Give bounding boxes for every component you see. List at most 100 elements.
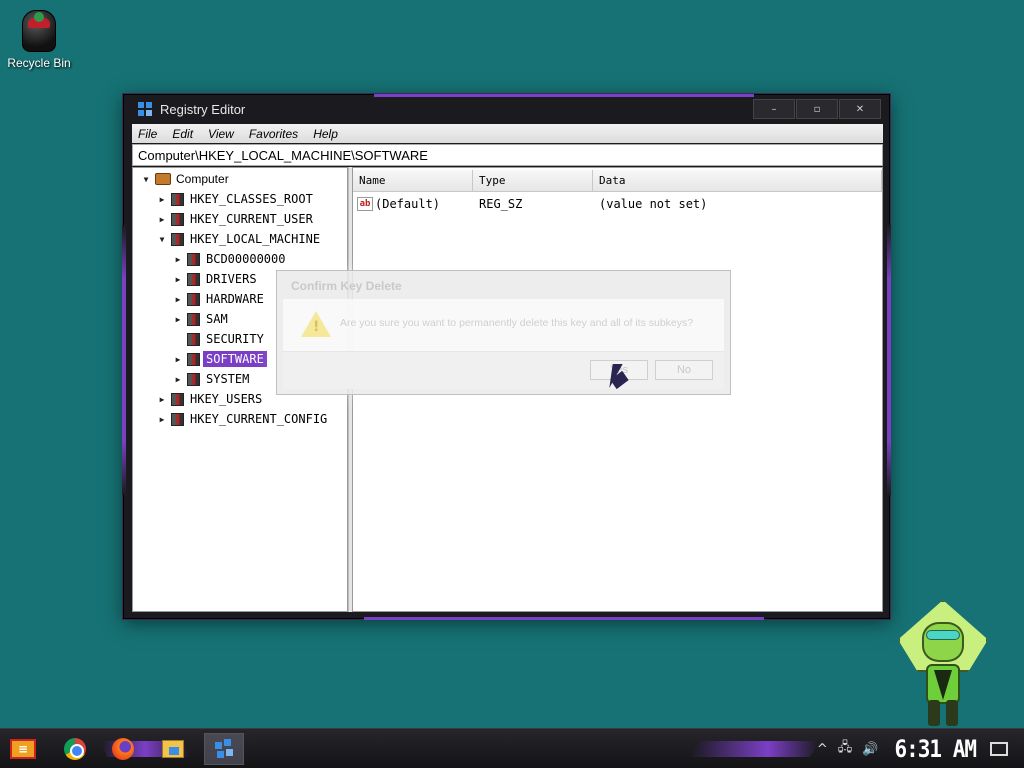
tree-node-label: SOFTWARE xyxy=(203,351,267,367)
tree-node-hkey-current-user[interactable]: ▶ HKEY_CURRENT_USER xyxy=(157,210,313,228)
desktop-icon-label: Recycle Bin xyxy=(7,56,71,70)
dialog-title: Confirm Key Delete xyxy=(291,279,402,293)
show-hidden-icons-button[interactable]: ^ xyxy=(817,742,828,757)
folder-icon xyxy=(187,352,200,366)
folder-icon xyxy=(187,252,200,266)
tree-node-label: BCD00000000 xyxy=(206,252,286,266)
list-header: Name Type Data xyxy=(353,170,882,192)
tree-node-hkey-local-machine[interactable]: ▼ HKEY_LOCAL_MACHINE xyxy=(157,230,320,248)
menu-bar: File Edit View Favorites Help xyxy=(132,124,883,143)
column-header-data[interactable]: Data xyxy=(593,170,882,192)
tree-node-hkey-users[interactable]: ▶ HKEY_USERS xyxy=(157,390,263,408)
expand-arrow-icon[interactable]: ▶ xyxy=(173,315,183,324)
tree-node-label: Computer xyxy=(176,172,229,186)
tree-node-label: DRIVERS xyxy=(206,272,257,286)
folder-icon xyxy=(187,312,200,326)
confirm-key-delete-dialog: Confirm Key Delete ! Are you sure you wa… xyxy=(276,270,731,395)
expand-arrow-icon[interactable]: ▶ xyxy=(173,375,183,384)
tree-node-label: SAM xyxy=(206,312,228,326)
folder-icon xyxy=(171,232,184,246)
clock[interactable]: 6:31 AM xyxy=(894,735,977,763)
network-icon[interactable]: 🖧 xyxy=(838,738,853,760)
title-bar[interactable]: Registry Editor – ▫ ✕ xyxy=(124,95,889,123)
expand-arrow-icon[interactable]: ▶ xyxy=(157,395,167,404)
tree-node-drivers[interactable]: ▶ DRIVERS xyxy=(173,270,257,288)
tree-node-label: HKEY_LOCAL_MACHINE xyxy=(190,232,321,246)
expand-arrow-icon[interactable]: ▶ xyxy=(173,255,183,264)
mouse-pointer-icon xyxy=(609,364,623,388)
folder-icon xyxy=(187,272,200,286)
recycle-bin-icon xyxy=(20,6,58,54)
expand-arrow-icon[interactable]: ▶ xyxy=(173,355,183,364)
folder-icon xyxy=(187,372,200,386)
tree-node-hardware[interactable]: ▶ HARDWARE xyxy=(173,290,264,308)
notifications-icon[interactable] xyxy=(990,742,1008,756)
tree-node-bcd00000000[interactable]: ▶ BCD00000000 xyxy=(173,250,286,268)
folder-icon xyxy=(187,292,200,306)
registry-editor-icon xyxy=(138,102,152,116)
tree-node-label: SYSTEM xyxy=(206,372,250,386)
folder-icon xyxy=(171,412,184,426)
start-button[interactable]: ≡ xyxy=(6,733,40,765)
taskbar-file-explorer[interactable] xyxy=(156,733,190,765)
value-type: REG_SZ xyxy=(479,197,523,211)
folder-icon xyxy=(171,192,184,206)
taskbar-firefox[interactable] xyxy=(106,733,140,765)
tree-node-software[interactable]: ▶ SOFTWARE xyxy=(173,350,267,368)
dialog-message: Are you sure you want to permanently del… xyxy=(340,317,694,329)
address-bar[interactable]: Computer\HKEY_LOCAL_MACHINE\SOFTWARE xyxy=(132,144,883,166)
column-header-type[interactable]: Type xyxy=(473,170,593,192)
file-explorer-icon xyxy=(162,740,184,758)
expand-arrow-icon[interactable]: ▶ xyxy=(157,415,167,424)
folder-icon xyxy=(171,392,184,406)
tree-node-label: HKEY_USERS xyxy=(190,392,263,406)
folder-icon xyxy=(171,212,184,226)
peridot-character-image xyxy=(898,600,988,728)
tree-node-security[interactable]: SECURITY xyxy=(173,330,264,348)
taskbar: ≡ ^ 🖧 🔊 6:31 AM xyxy=(0,728,1024,768)
collapse-arrow-icon[interactable]: ▼ xyxy=(141,175,151,184)
tree-node-hkey-classes-root[interactable]: ▶ HKEY_CLASSES_ROOT xyxy=(157,190,313,208)
value-name: (Default) xyxy=(375,196,441,211)
taskbar-registry-editor[interactable] xyxy=(204,733,244,765)
tree-node-label: HKEY_CURRENT_USER xyxy=(190,212,313,226)
maximize-button[interactable]: ▫ xyxy=(796,99,838,119)
folder-icon xyxy=(187,332,200,346)
tree-node-hkey-current-config[interactable]: ▶ HKEY_CURRENT_CONFIG xyxy=(157,410,328,428)
menu-help[interactable]: Help xyxy=(313,127,338,141)
string-value-icon: ab xyxy=(357,197,373,212)
menu-file[interactable]: File xyxy=(138,127,157,141)
tree-node-label: HKEY_CLASSES_ROOT xyxy=(190,192,313,206)
menu-view[interactable]: View xyxy=(208,127,234,141)
column-header-name[interactable]: Name xyxy=(353,170,473,192)
no-button[interactable]: No xyxy=(655,360,713,380)
close-button[interactable]: ✕ xyxy=(839,99,881,119)
dialog-footer: Yes No xyxy=(283,351,724,389)
expand-arrow-icon[interactable]: ▶ xyxy=(157,215,167,224)
menu-edit[interactable]: Edit xyxy=(172,127,193,141)
expand-arrow-icon[interactable]: ▶ xyxy=(157,195,167,204)
list-item[interactable]: ab (Default) REG_SZ (value not set) xyxy=(353,195,882,213)
registry-editor-icon xyxy=(213,738,235,760)
window-title: Registry Editor xyxy=(160,101,246,117)
chrome-icon xyxy=(64,738,86,760)
expand-arrow-icon[interactable]: ▶ xyxy=(173,295,183,304)
value-data: (value not set) xyxy=(599,197,708,211)
taskbar-chrome[interactable] xyxy=(58,733,92,765)
tree-node-system[interactable]: ▶ SYSTEM xyxy=(173,370,250,388)
tree-node-label: SECURITY xyxy=(206,332,264,346)
tree-node-computer[interactable]: ▼ Computer xyxy=(141,170,229,188)
tree-node-label: HKEY_CURRENT_CONFIG xyxy=(190,412,328,426)
collapse-arrow-icon[interactable]: ▼ xyxy=(157,235,167,244)
start-icon: ≡ xyxy=(10,739,36,759)
tree-node-label: HARDWARE xyxy=(206,292,264,306)
expand-arrow-icon[interactable]: ▶ xyxy=(173,275,183,284)
tree-node-sam[interactable]: ▶ SAM xyxy=(173,310,228,328)
firefox-icon xyxy=(112,738,134,760)
computer-icon xyxy=(155,173,171,185)
desktop-icon-recycle-bin[interactable]: Recycle Bin xyxy=(6,6,72,70)
menu-favorites[interactable]: Favorites xyxy=(249,127,298,141)
volume-icon[interactable]: 🔊 xyxy=(862,742,878,757)
dialog-body: ! Are you sure you want to permanently d… xyxy=(283,299,724,389)
minimize-button[interactable]: – xyxy=(753,99,795,119)
